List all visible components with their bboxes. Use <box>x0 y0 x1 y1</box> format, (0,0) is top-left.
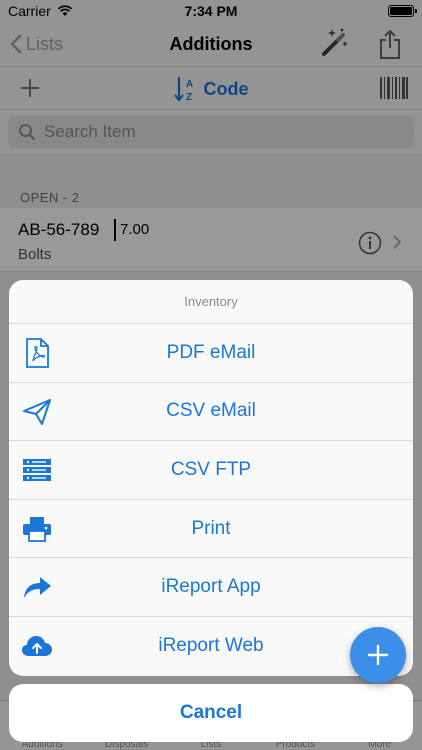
action-sheet-title: Inventory <box>9 280 413 324</box>
csv-ftp-label: CSV FTP <box>170 458 252 480</box>
server-icon <box>21 454 53 486</box>
cloud-upload-icon <box>21 630 53 662</box>
cancel-button[interactable]: Cancel <box>9 684 413 742</box>
ireport-app-option[interactable]: iReport App <box>9 558 413 617</box>
pdf-email-label: PDF eMail <box>166 341 256 363</box>
csv-ftp-option[interactable]: CSV FTP <box>9 441 413 500</box>
floating-add-button[interactable] <box>350 627 406 683</box>
action-sheet: Inventory PDF eMail CSV eMail CSV FTP Pr… <box>9 280 413 676</box>
share-arrow-icon <box>21 571 53 603</box>
paper-plane-icon <box>21 396 53 428</box>
print-label: Print <box>191 517 231 539</box>
pdf-email-option[interactable]: PDF eMail <box>9 324 413 383</box>
printer-icon <box>21 513 53 545</box>
csv-email-option[interactable]: CSV eMail <box>9 383 413 442</box>
ireport-app-label: iReport App <box>161 576 261 598</box>
cancel-label: Cancel <box>179 702 243 723</box>
plus-icon <box>367 644 389 666</box>
csv-email-label: CSV eMail <box>166 400 256 422</box>
pdf-document-icon <box>21 337 53 369</box>
print-option[interactable]: Print <box>9 500 413 559</box>
ireport-web-label: iReport Web <box>158 635 264 657</box>
